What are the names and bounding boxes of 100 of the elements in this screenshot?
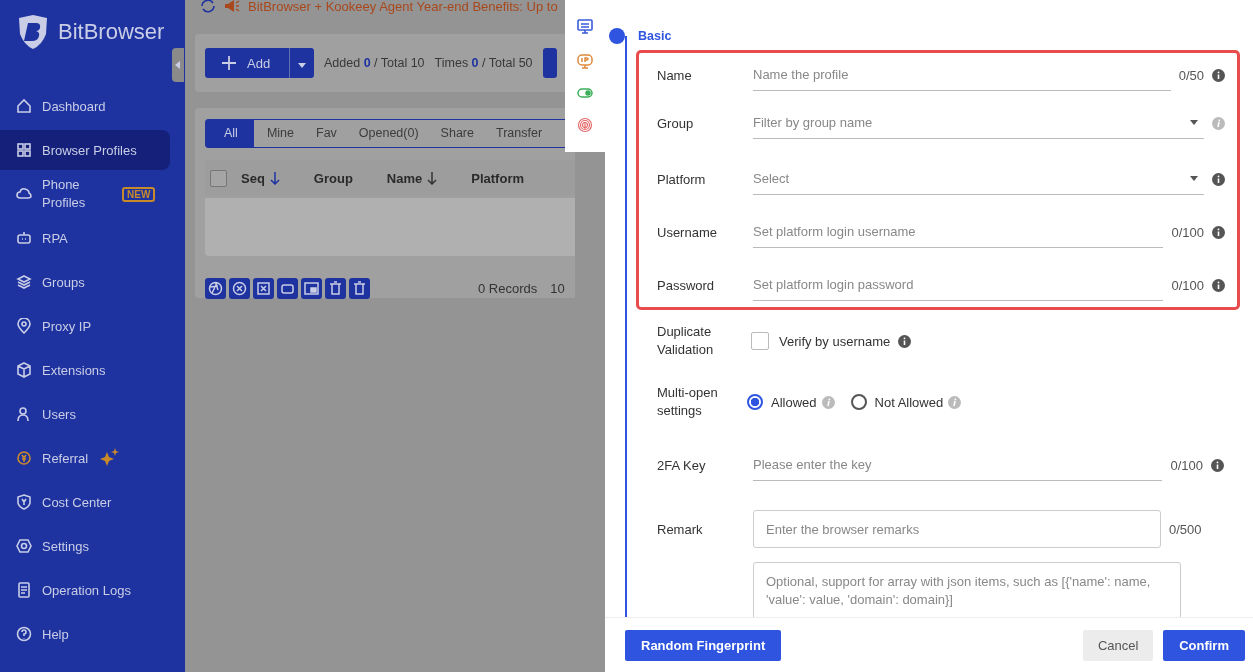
sidebar-item[interactable]: Referral bbox=[0, 438, 170, 478]
cloud-icon bbox=[16, 186, 32, 202]
sidebar-item[interactable]: Extensions bbox=[0, 350, 170, 390]
close-square-icon[interactable] bbox=[253, 278, 274, 299]
logo-text: BitBrowser bbox=[58, 19, 165, 45]
column-header[interactable]: Name bbox=[386, 170, 438, 186]
input-field[interactable]: Please enter the key bbox=[753, 449, 1163, 481]
info-icon[interactable] bbox=[898, 334, 912, 348]
refresh-icon[interactable] bbox=[200, 0, 216, 13]
fingerprint-icon[interactable] bbox=[577, 116, 593, 133]
sidebar-item[interactable]: Proxy IP bbox=[0, 306, 170, 346]
add-dropdown-button[interactable] bbox=[289, 48, 314, 78]
select-field[interactable]: Select bbox=[753, 163, 1204, 195]
field-label: Remark bbox=[657, 521, 704, 537]
radio-label[interactable]: Allowed bbox=[771, 394, 817, 410]
info-icon[interactable] bbox=[1211, 458, 1224, 472]
char-counter: 0/50 bbox=[1178, 67, 1204, 83]
info-icon[interactable] bbox=[1212, 172, 1225, 186]
usage-stat: Times 0 / Total 50 bbox=[434, 56, 533, 70]
radio-label[interactable]: Not Allowed bbox=[874, 394, 944, 410]
layers-icon bbox=[16, 274, 32, 290]
window-icon[interactable] bbox=[301, 278, 322, 299]
field-label: 2FA Key bbox=[657, 457, 707, 473]
doc-icon bbox=[16, 582, 32, 598]
field-label: Password bbox=[657, 277, 716, 293]
info-icon[interactable] bbox=[1212, 278, 1225, 292]
caret-icon[interactable] bbox=[1190, 120, 1198, 125]
sidebar-item[interactable]: Phone Profiles NEW bbox=[0, 174, 170, 214]
char-counter: 0/100 bbox=[1171, 277, 1204, 293]
ip-icon[interactable] bbox=[577, 53, 593, 70]
char-counter: 0/500 bbox=[1169, 521, 1202, 537]
checkbox-label[interactable]: Verify by username bbox=[779, 333, 891, 349]
select-all-checkbox[interactable] bbox=[210, 169, 227, 187]
input-field[interactable]: Set platform login username bbox=[753, 216, 1164, 248]
coin-icon bbox=[16, 450, 32, 466]
users-icon bbox=[16, 406, 32, 422]
logo-icon bbox=[16, 14, 50, 50]
sparkle-icon bbox=[100, 448, 121, 468]
input-field[interactable]: Name the profile bbox=[753, 59, 1171, 91]
trash-a-icon[interactable] bbox=[325, 278, 346, 299]
remark-field[interactable]: Enter the browser remarks bbox=[753, 510, 1161, 548]
sidebar-item[interactable]: Operation Logs bbox=[0, 570, 170, 610]
sidebar-item[interactable]: Settings bbox=[0, 526, 170, 566]
confirm-button[interactable]: Confirm bbox=[1163, 629, 1245, 661]
home-icon bbox=[16, 98, 32, 114]
toolbar-button[interactable] bbox=[542, 48, 557, 78]
sidebar-item[interactable]: Cost Center bbox=[0, 482, 170, 522]
caret-icon[interactable] bbox=[1190, 176, 1198, 181]
sidebar-item[interactable]: Users bbox=[0, 394, 170, 434]
grid-icon bbox=[16, 142, 32, 158]
add-button[interactable]: Add bbox=[205, 48, 289, 78]
sidebar-item[interactable]: Help bbox=[0, 614, 170, 654]
field-label: Multi-open settings bbox=[657, 384, 719, 420]
collapse-handle[interactable] bbox=[172, 48, 184, 82]
char-counter: 0/100 bbox=[1170, 457, 1203, 473]
shield-icon bbox=[16, 494, 32, 510]
monitor-icon[interactable] bbox=[577, 19, 593, 36]
column-header[interactable]: Platform bbox=[471, 170, 524, 186]
info-icon[interactable] bbox=[1212, 225, 1225, 239]
field-label: Duplicate Validation bbox=[657, 323, 715, 359]
filter-tab[interactable]: All bbox=[206, 120, 254, 147]
sort-arrow-icon[interactable] bbox=[427, 171, 438, 185]
filter-tab[interactable]: Fav bbox=[303, 120, 346, 147]
field-label: Group bbox=[657, 115, 695, 131]
verify-checkbox[interactable] bbox=[751, 332, 769, 350]
radio-button[interactable] bbox=[850, 394, 867, 410]
filter-tab[interactable]: Mine bbox=[253, 120, 303, 147]
char-counter: 0/100 bbox=[1171, 224, 1204, 240]
new-badge: NEW bbox=[122, 186, 156, 202]
help-icon bbox=[16, 626, 32, 642]
aperture-icon[interactable] bbox=[205, 278, 226, 299]
cancel-button[interactable]: Cancel bbox=[1083, 629, 1154, 661]
filter-tab[interactable]: Share bbox=[427, 120, 483, 147]
filter-tab[interactable]: Opened(0) bbox=[345, 120, 428, 147]
sidebar-item[interactable]: Groups bbox=[0, 262, 170, 302]
radio-button[interactable] bbox=[747, 394, 763, 410]
sidebar-item[interactable]: Dashboard bbox=[0, 86, 170, 126]
info-icon[interactable] bbox=[1212, 68, 1225, 82]
filter-tab[interactable]: Transfer bbox=[482, 120, 552, 147]
records-count: 0 Records bbox=[478, 281, 538, 296]
gear-icon bbox=[16, 538, 32, 554]
field-label: Username bbox=[657, 224, 718, 240]
megaphone-icon bbox=[224, 0, 240, 13]
input-field[interactable]: Set platform login password bbox=[753, 269, 1164, 301]
trash-icon[interactable] bbox=[349, 278, 370, 299]
section-title: Basic bbox=[638, 29, 672, 43]
sort-arrow-icon[interactable] bbox=[269, 171, 280, 185]
random-fingerprint-button[interactable]: Random Fingerprint bbox=[625, 629, 782, 661]
field-label: Name bbox=[657, 67, 693, 83]
close-circle-icon[interactable] bbox=[229, 278, 250, 299]
usage-stat: Added 0 / Total 10 bbox=[324, 56, 425, 70]
pin-icon bbox=[16, 318, 32, 334]
column-header[interactable]: Group bbox=[313, 170, 353, 186]
toggle-icon[interactable] bbox=[577, 88, 593, 99]
page-size[interactable]: 10 bbox=[550, 281, 565, 296]
sidebar-item[interactable]: RPA bbox=[0, 218, 170, 258]
cube-icon bbox=[16, 362, 32, 378]
column-header[interactable]: Seq bbox=[241, 170, 280, 186]
select-field[interactable]: Filter by group name bbox=[753, 107, 1204, 139]
sidebar-item[interactable]: Browser Profiles bbox=[0, 130, 170, 170]
